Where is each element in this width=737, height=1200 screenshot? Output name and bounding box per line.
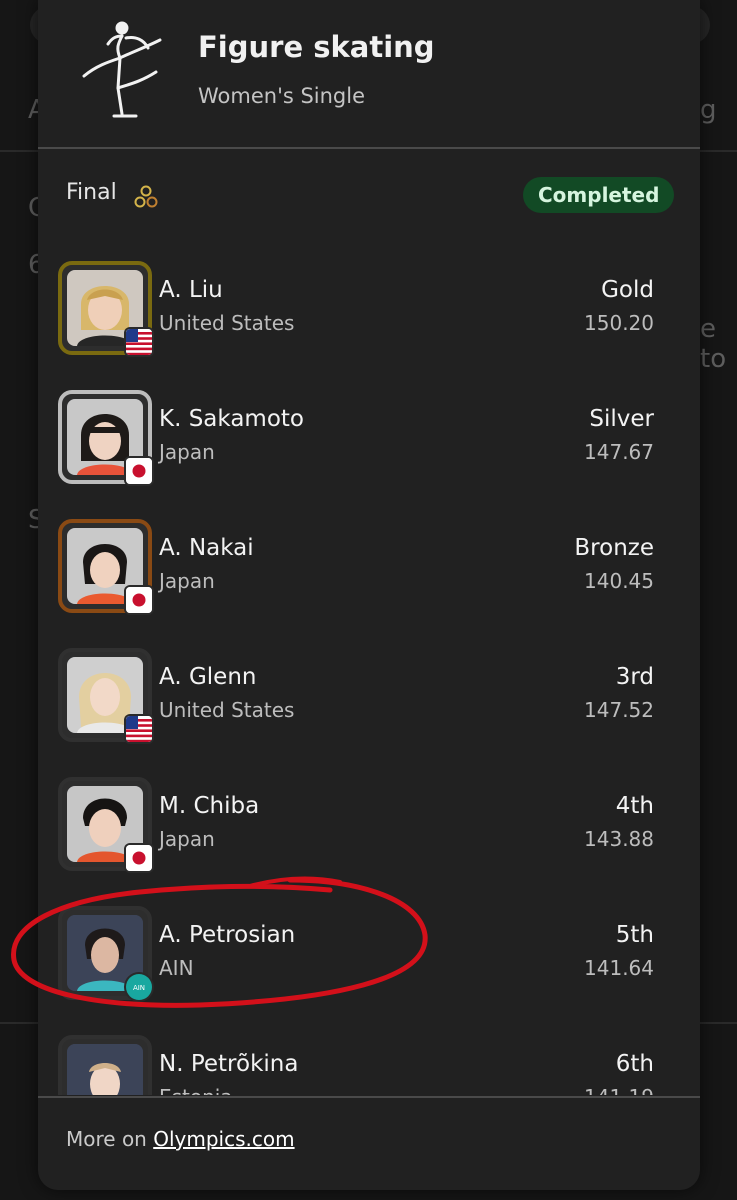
athlete-name: N. Petrõkina bbox=[159, 1051, 299, 1077]
status-badge: Completed bbox=[523, 177, 675, 213]
athlete-country: United States bbox=[159, 311, 295, 335]
flag-ain-icon: AIN bbox=[126, 974, 152, 1000]
athlete-score: 141.64 bbox=[584, 956, 654, 980]
medal-rings-icon bbox=[134, 185, 158, 208]
avatar bbox=[67, 1044, 143, 1095]
footer-text: More on Olympics.com bbox=[66, 1127, 295, 1151]
avatar-frame-silver bbox=[58, 390, 152, 484]
athlete-result: 5th bbox=[615, 922, 654, 948]
background-text-fragment: e to bbox=[700, 314, 727, 374]
athlete-row[interactable]: K. Sakamoto Japan Silver 147.67 bbox=[38, 384, 700, 513]
flag-jp-icon bbox=[126, 587, 152, 613]
athlete-row[interactable]: AIN A. Petrosian AIN 5th 141.64 bbox=[38, 900, 700, 1029]
athlete-row[interactable]: A. Liu United States Gold 150.20 bbox=[38, 255, 700, 384]
athlete-result: Silver bbox=[589, 406, 654, 432]
stage-label: Final bbox=[66, 180, 117, 205]
athlete-name: A. Glenn bbox=[159, 664, 257, 690]
athlete-name: A. Petrosian bbox=[159, 922, 296, 948]
athlete-result: 6th bbox=[615, 1051, 654, 1077]
flag-jp-icon bbox=[126, 458, 152, 484]
athlete-row[interactable]: A. Nakai Japan Bronze 140.45 bbox=[38, 513, 700, 642]
athlete-result: 3rd bbox=[615, 664, 654, 690]
flag-us-icon bbox=[126, 716, 152, 742]
olympics-link[interactable]: Olympics.com bbox=[153, 1127, 294, 1151]
ain-badge-text: AIN bbox=[133, 984, 145, 992]
athlete-country: Estonia bbox=[159, 1085, 233, 1095]
flag-us-icon bbox=[126, 329, 152, 355]
athlete-row[interactable]: N. Petrõkina Estonia 6th 141.19 bbox=[38, 1029, 700, 1095]
event-subtitle: Women's Single bbox=[198, 84, 366, 108]
avatar-frame bbox=[58, 1035, 152, 1095]
sport-title: Figure skating bbox=[198, 30, 435, 64]
athlete-score: 147.67 bbox=[584, 440, 654, 464]
athlete-result: Gold bbox=[601, 277, 654, 303]
athlete-score: 140.45 bbox=[584, 569, 654, 593]
athlete-result: 4th bbox=[615, 793, 654, 819]
athlete-name: A. Nakai bbox=[159, 535, 254, 561]
athlete-score: 150.20 bbox=[584, 311, 654, 335]
athlete-name: M. Chiba bbox=[159, 793, 260, 819]
athlete-name: K. Sakamoto bbox=[159, 406, 304, 432]
footer-prefix: More on bbox=[66, 1127, 154, 1151]
avatar-frame bbox=[58, 648, 152, 742]
athlete-country: Japan bbox=[159, 569, 215, 593]
figure-skating-icon bbox=[82, 21, 162, 118]
athlete-name: A. Liu bbox=[159, 277, 223, 303]
avatar-frame-gold bbox=[58, 261, 152, 355]
athlete-country: AIN bbox=[159, 956, 194, 980]
header-divider bbox=[38, 147, 700, 149]
athlete-country: Japan bbox=[159, 440, 215, 464]
card-header: Figure skating Women's Single bbox=[38, 0, 700, 148]
athlete-row[interactable]: A. Glenn United States 3rd 147.52 bbox=[38, 642, 700, 771]
athlete-country: Japan bbox=[159, 827, 215, 851]
avatar-frame: AIN bbox=[58, 906, 152, 1000]
athlete-score: 147.52 bbox=[584, 698, 654, 722]
avatar-frame-bronze bbox=[58, 519, 152, 613]
athlete-score: 141.19 bbox=[584, 1085, 654, 1095]
flag-jp-icon bbox=[126, 845, 152, 871]
results-card: Figure skating Women's Single Final Comp… bbox=[38, 0, 700, 1190]
athlete-score: 143.88 bbox=[584, 827, 654, 851]
avatar-frame bbox=[58, 777, 152, 871]
athlete-country: United States bbox=[159, 698, 295, 722]
card-footer: More on Olympics.com bbox=[38, 1097, 700, 1190]
athlete-row[interactable]: M. Chiba Japan 4th 143.88 bbox=[38, 771, 700, 900]
athlete-result: Bronze bbox=[574, 535, 654, 561]
background-text-fragment: g bbox=[700, 95, 717, 125]
athlete-list[interactable]: A. Liu United States Gold 150.20 K. Saka… bbox=[38, 255, 700, 1095]
